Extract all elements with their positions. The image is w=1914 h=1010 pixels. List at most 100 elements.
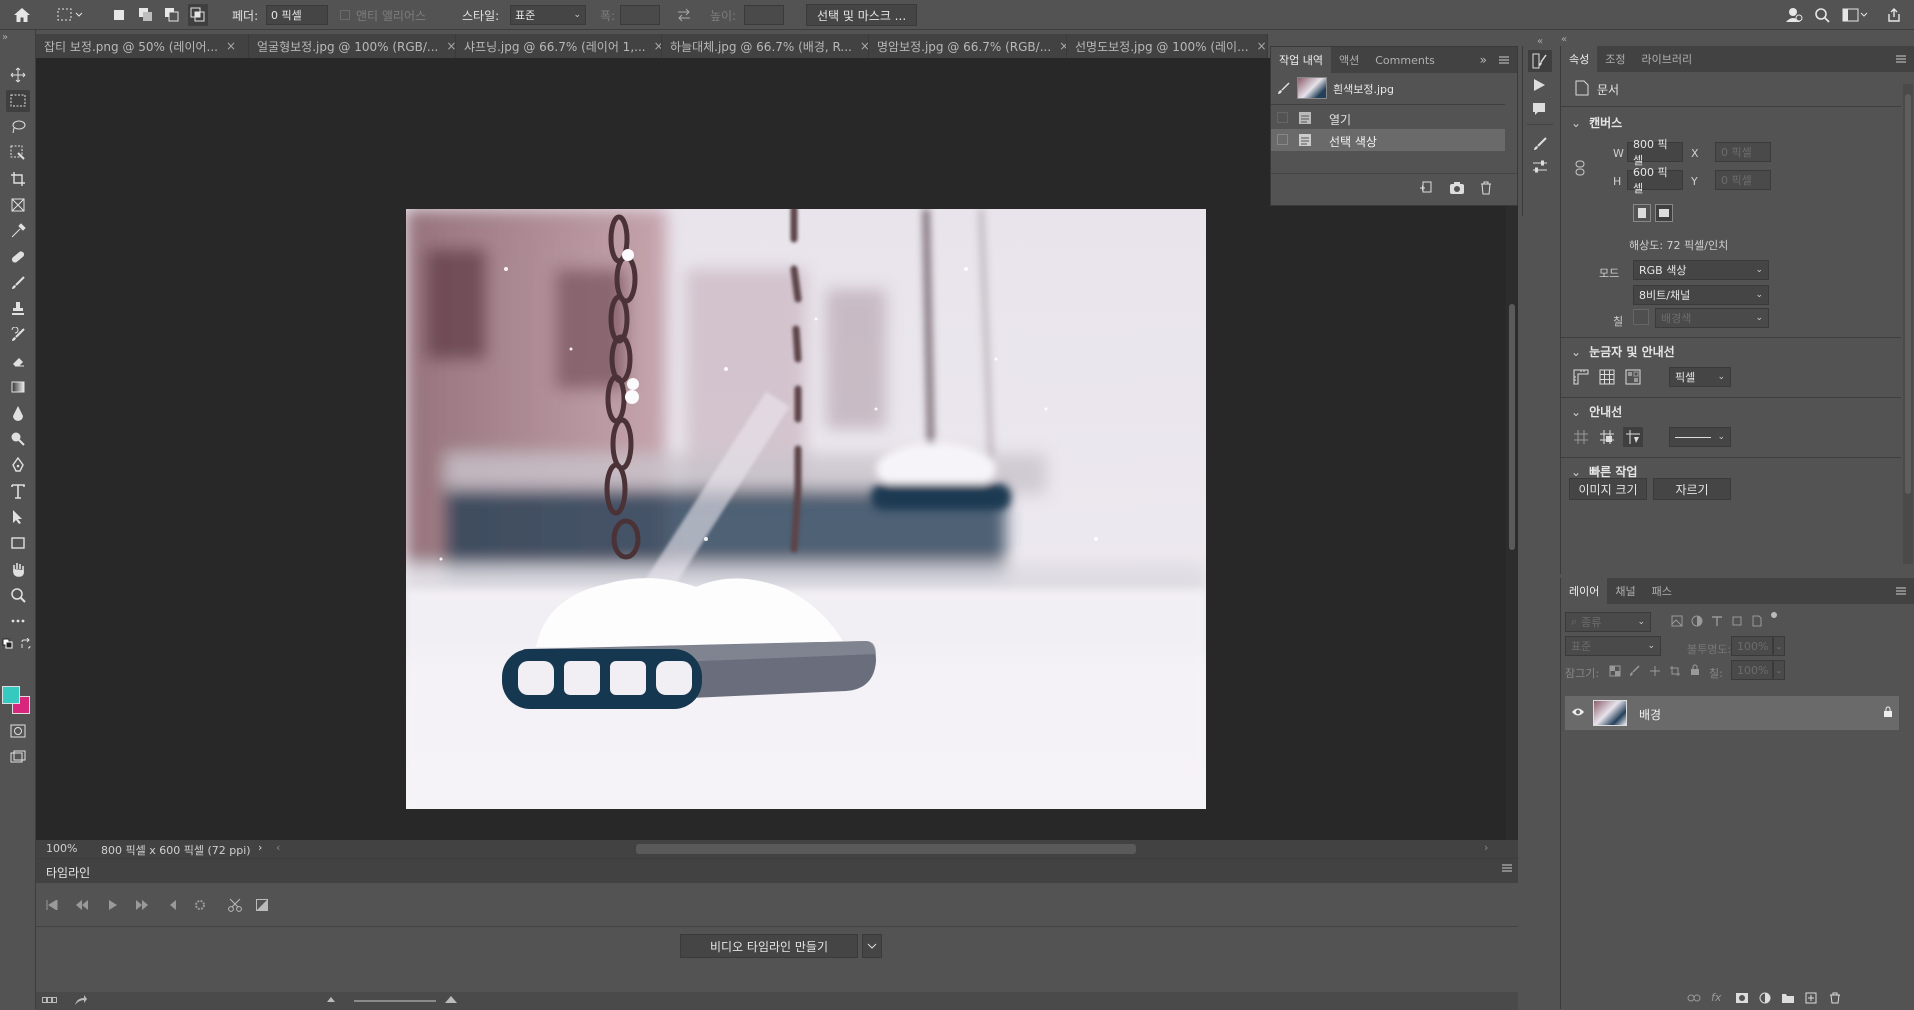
share-user-icon[interactable] bbox=[1784, 4, 1804, 26]
frame-tool-icon[interactable] bbox=[6, 194, 30, 216]
history-source-checkbox[interactable] bbox=[1277, 112, 1288, 123]
frame-animation-icon[interactable] bbox=[42, 995, 58, 1005]
antialias-checkbox[interactable]: 앤티 앨리어스 bbox=[340, 4, 426, 26]
grid-icon[interactable] bbox=[1599, 369, 1615, 385]
rulers-section-header[interactable]: ⌄ 눈금자 및 안내선 bbox=[1571, 343, 1675, 360]
lock-pixels-icon[interactable] bbox=[1629, 665, 1641, 677]
dodge-tool-icon[interactable] bbox=[6, 428, 30, 450]
close-icon[interactable]: × bbox=[1059, 39, 1066, 53]
tab-document-5[interactable]: 명암보정.jpg @ 66.7% (RGB/...× bbox=[869, 34, 1067, 58]
collapse-strip-icon[interactable]: « bbox=[1523, 36, 1557, 47]
timeline-type-dropdown[interactable] bbox=[862, 934, 882, 958]
render-icon[interactable] bbox=[74, 994, 88, 1006]
style-select[interactable]: 표준 ⌄ bbox=[510, 5, 586, 25]
tab-document-1[interactable]: 잡티 보정.png @ 50% (레이어... × bbox=[36, 34, 249, 58]
rectangular-marquee-tool-icon[interactable] bbox=[6, 90, 30, 112]
scroll-left-icon[interactable]: ‹ bbox=[276, 841, 280, 854]
lock-artboard-icon[interactable] bbox=[1669, 665, 1681, 677]
lock-all-icon[interactable] bbox=[1689, 664, 1701, 676]
new-document-from-state-icon[interactable] bbox=[1419, 181, 1435, 195]
lock-position-icon[interactable] bbox=[1649, 665, 1661, 677]
filter-shape-icon[interactable] bbox=[1731, 615, 1743, 627]
close-icon[interactable]: × bbox=[1257, 39, 1267, 53]
portrait-orientation-icon[interactable] bbox=[1633, 204, 1651, 222]
eyedropper-tool-icon[interactable] bbox=[6, 220, 30, 242]
collapse-panel-icon[interactable]: » bbox=[1480, 53, 1487, 67]
vertical-scroll-thumb[interactable] bbox=[1509, 304, 1515, 550]
panel-menu-icon[interactable] bbox=[1499, 55, 1509, 65]
type-tool-icon[interactable] bbox=[6, 480, 30, 502]
crop-button[interactable]: 자르기 bbox=[1653, 478, 1731, 500]
expand-toolbar-icon[interactable]: » bbox=[2, 32, 8, 43]
width-input[interactable] bbox=[620, 5, 660, 25]
history-brush-tool-icon[interactable] bbox=[6, 324, 30, 346]
add-selection-icon[interactable] bbox=[138, 4, 154, 26]
horizontal-scroll-thumb[interactable] bbox=[636, 844, 1136, 854]
pixel-grid-icon[interactable] bbox=[1625, 369, 1641, 385]
tab-actions[interactable]: 액션 bbox=[1331, 47, 1367, 73]
canvas-section-header[interactable]: ⌄ 캔버스 bbox=[1571, 114, 1622, 131]
guide-style-select[interactable]: ⌄ bbox=[1669, 427, 1731, 447]
swap-colors-icon[interactable] bbox=[20, 638, 32, 650]
history-item-selected[interactable]: 선택 색상 bbox=[1271, 129, 1505, 151]
new-guide-layout-icon[interactable] bbox=[1599, 429, 1615, 445]
trash-icon[interactable] bbox=[1479, 181, 1493, 195]
link-layers-icon[interactable] bbox=[1687, 993, 1701, 1003]
fill-dropdown[interactable]: ⌄ bbox=[1773, 660, 1785, 680]
history-snapshot[interactable]: 흰색보정.jpg bbox=[1271, 75, 1505, 103]
tab-channels[interactable]: 채널 bbox=[1607, 578, 1643, 604]
add-mask-icon[interactable] bbox=[1735, 992, 1749, 1004]
workspace-icon[interactable] bbox=[1842, 4, 1868, 26]
layer-filter-select[interactable]: ⌕ 종류 ⌄ bbox=[1565, 612, 1651, 632]
landscape-orientation-icon[interactable] bbox=[1655, 204, 1673, 222]
history-brush-source-icon[interactable] bbox=[1277, 81, 1291, 95]
play-icon[interactable] bbox=[108, 900, 118, 910]
search-icon[interactable] bbox=[1814, 4, 1830, 26]
fill-input[interactable]: 100% bbox=[1731, 660, 1773, 680]
collapse-dock-icon[interactable]: « bbox=[1561, 34, 1581, 45]
link-dimensions-icon[interactable] bbox=[1575, 160, 1585, 176]
color-mode-select[interactable]: RGB 색상 ⌄ bbox=[1633, 260, 1769, 280]
smart-guides-icon[interactable] bbox=[1623, 427, 1643, 447]
canvas-height-input[interactable]: 600 픽셀 bbox=[1627, 166, 1683, 195]
zoom-slider[interactable] bbox=[354, 1000, 436, 1002]
feather-input[interactable]: 0 픽셀 bbox=[266, 5, 328, 25]
camera-snapshot-icon[interactable] bbox=[1449, 181, 1465, 195]
tab-document-3[interactable]: 샤프닝.jpg @ 66.7% (레이어 1,...× bbox=[456, 34, 662, 58]
zoom-in-icon[interactable] bbox=[444, 994, 458, 1004]
canvas-x-input[interactable]: 0 픽셀 bbox=[1715, 142, 1771, 162]
default-colors-icon[interactable] bbox=[2, 638, 14, 650]
guides-section-header[interactable]: ⌄ 안내선 bbox=[1571, 403, 1622, 420]
intersect-selection-icon[interactable] bbox=[188, 4, 208, 26]
delete-layer-icon[interactable] bbox=[1829, 992, 1841, 1004]
first-frame-icon[interactable] bbox=[46, 900, 58, 910]
tab-adjustments[interactable]: 조정 bbox=[1597, 46, 1633, 72]
tab-paths[interactable]: 패스 bbox=[1644, 578, 1680, 604]
hand-tool-icon[interactable] bbox=[6, 558, 30, 580]
chevron-right-icon[interactable]: › bbox=[258, 841, 262, 854]
subtract-selection-icon[interactable] bbox=[164, 4, 180, 26]
tab-comments[interactable]: Comments bbox=[1367, 47, 1443, 73]
foreground-color-swatch[interactable] bbox=[2, 686, 20, 704]
panel-menu-icon[interactable] bbox=[1896, 586, 1906, 596]
filter-adjustment-icon[interactable] bbox=[1691, 615, 1703, 627]
timeline-title[interactable]: 타임라인 bbox=[46, 864, 90, 881]
adjustment-layer-icon[interactable] bbox=[1759, 992, 1771, 1004]
share-icon[interactable] bbox=[1886, 4, 1902, 26]
lock-transparent-icon[interactable] bbox=[1609, 665, 1621, 677]
pen-tool-icon[interactable] bbox=[6, 454, 30, 476]
tab-document-2[interactable]: 얼굴형보정.jpg @ 100% (RGB/... × bbox=[249, 34, 456, 58]
move-tool-icon[interactable] bbox=[6, 64, 30, 86]
more-tools-icon[interactable] bbox=[6, 610, 30, 632]
bit-depth-select[interactable]: 8비트/채널 ⌄ bbox=[1633, 285, 1769, 305]
zoom-out-icon[interactable] bbox=[326, 995, 336, 1003]
filter-pixel-icon[interactable] bbox=[1671, 615, 1683, 627]
eraser-tool-icon[interactable] bbox=[6, 350, 30, 372]
blur-tool-icon[interactable] bbox=[6, 402, 30, 424]
opacity-input[interactable]: 100% bbox=[1731, 636, 1773, 656]
settings-gear-icon[interactable] bbox=[194, 899, 206, 911]
tab-history[interactable]: 작업 내역 bbox=[1271, 47, 1331, 73]
next-frame-icon[interactable] bbox=[136, 900, 148, 910]
canvas-width-input[interactable]: 800 픽셀 bbox=[1627, 138, 1683, 167]
fill-color-swatch[interactable] bbox=[1633, 309, 1649, 325]
